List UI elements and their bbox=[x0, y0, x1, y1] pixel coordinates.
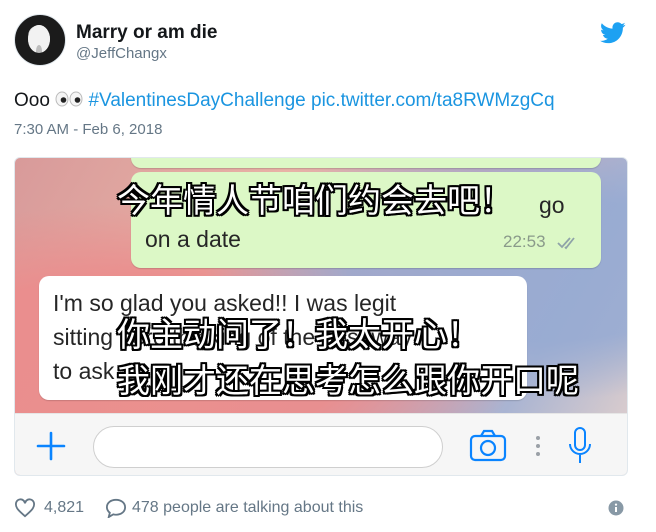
twitter-bird-icon[interactable] bbox=[600, 22, 626, 44]
sent-message-fragment: go bbox=[539, 192, 565, 218]
message-input[interactable] bbox=[93, 426, 443, 468]
overlay-caption: 我刚才还在思考怎么跟你开口呢 bbox=[117, 361, 579, 400]
tweet-media[interactable]: go on a date 22:53 I'm so glad you asked… bbox=[14, 157, 628, 476]
chat-input-bar bbox=[15, 413, 627, 475]
tweet-text: Ooo #ValentinesDayChallenge pic.twitter.… bbox=[14, 90, 555, 112]
info-icon[interactable] bbox=[608, 500, 624, 516]
received-message-line: to ask bbox=[53, 358, 115, 384]
more-dots-icon[interactable] bbox=[533, 434, 543, 458]
heart-icon[interactable] bbox=[14, 498, 36, 518]
overlay-caption: 今年情人节咱们约会去吧！ bbox=[117, 181, 513, 220]
pic-link[interactable]: pic.twitter.com/ta8RWMzgCq bbox=[311, 90, 555, 111]
like-count[interactable]: 4,821 bbox=[44, 499, 84, 517]
display-name[interactable]: Marry or am die bbox=[76, 22, 218, 44]
user-handle[interactable]: @JeffChangx bbox=[76, 45, 167, 62]
plus-icon[interactable] bbox=[35, 430, 67, 462]
overlay-caption: 你主动问了！我太开心！ bbox=[117, 315, 480, 354]
sent-message-text: on a date bbox=[145, 226, 241, 252]
hashtag-link[interactable]: #ValentinesDayChallenge bbox=[88, 90, 305, 111]
sent-message-time: 22:53 bbox=[503, 232, 546, 251]
microphone-icon[interactable] bbox=[567, 426, 593, 466]
people-talking-link[interactable]: 478 people are talking about this bbox=[132, 499, 363, 517]
reply-bubble-icon[interactable] bbox=[105, 498, 127, 518]
camera-icon[interactable] bbox=[469, 429, 507, 463]
tweet-text-prefix: Ooo bbox=[14, 90, 50, 111]
previous-message-bubble bbox=[131, 158, 601, 168]
tweet-timestamp[interactable]: 7:30 AM - Feb 6, 2018 bbox=[14, 121, 162, 138]
avatar[interactable] bbox=[14, 14, 66, 66]
read-ticks-icon bbox=[557, 237, 575, 250]
eyes-emoji-icon bbox=[55, 91, 83, 107]
